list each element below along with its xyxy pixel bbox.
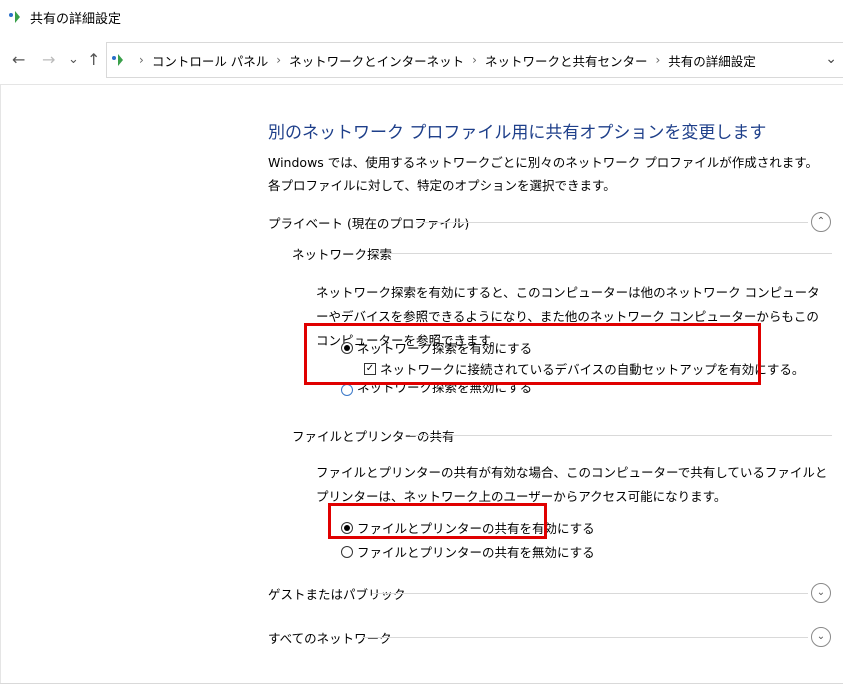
network-icon [9, 11, 20, 23]
address-bar[interactable]: › コントロール パネル › ネットワークとインターネット › ネットワークと共… [106, 42, 843, 78]
highlight-box [328, 503, 547, 539]
left-pane-divider [0, 85, 1, 684]
control-panel-icon [112, 54, 123, 66]
address-dropdown-chevron-icon[interactable]: ⌄ [825, 51, 837, 67]
file-printer-sharing-disable-label[interactable]: ファイルとプリンターの共有を無効にする [357, 542, 595, 561]
breadcrumb-item-control-panel[interactable]: コントロール パネル [152, 51, 268, 70]
network-discovery-section: ネットワーク探索 [292, 241, 832, 265]
back-arrow-icon[interactable]: ← [12, 50, 25, 70]
section-divider [362, 637, 808, 638]
breadcrumb-separator[interactable]: › [655, 53, 660, 67]
page-title: 別のネットワーク プロファイル用に共有オプションを変更します [268, 123, 767, 143]
breadcrumb-separator[interactable]: › [472, 53, 477, 67]
section-divider [372, 253, 832, 254]
expand-chevron-down-icon[interactable]: ⌄ [811, 583, 831, 603]
highlight-box [304, 323, 761, 385]
up-arrow-icon[interactable]: ↑ [87, 50, 100, 70]
all-networks-section[interactable]: すべてのネットワーク ⌄ [268, 625, 833, 649]
breadcrumb-item-advanced-sharing[interactable]: 共有の詳細設定 [668, 51, 756, 70]
breadcrumb-item-network-sharing-center[interactable]: ネットワークと共有センター [485, 51, 648, 70]
file-printer-sharing-section: ファイルとプリンターの共有 [292, 423, 832, 447]
file-printer-sharing-disable-option[interactable]: ファイルとプリンターの共有を無効にする [341, 542, 595, 561]
radio-unselected[interactable] [341, 545, 353, 558]
breadcrumb: › コントロール パネル › ネットワークとインターネット › ネットワークと共… [107, 43, 756, 77]
file-printer-sharing-description: ファイルとプリンターの共有が有効な場合、このコンピューターで共有しているファイル… [316, 465, 828, 504]
recent-locations-chevron-icon[interactable]: ⌄ [68, 50, 79, 70]
breadcrumb-separator[interactable]: › [276, 53, 281, 67]
section-divider [372, 593, 808, 594]
collapse-chevron-up-icon[interactable]: ⌃ [811, 212, 831, 232]
section-divider [410, 435, 832, 436]
guest-public-section[interactable]: ゲストまたはパブリック ⌄ [268, 581, 833, 605]
private-profile-section[interactable]: プライベート (現在のプロファイル) ⌃ [268, 210, 833, 234]
page-description: Windows では、使用するネットワークごとに別々のネットワーク プロファイル… [268, 155, 818, 193]
section-divider [416, 222, 808, 223]
breadcrumb-separator: › [139, 53, 144, 67]
breadcrumb-item-network-internet[interactable]: ネットワークとインターネット [289, 51, 464, 70]
radio-unselected[interactable] [341, 384, 353, 396]
title-bar: 共有の詳細設定 [0, 0, 843, 34]
window-title: 共有の詳細設定 [30, 12, 122, 27]
forward-arrow-icon[interactable]: → [42, 50, 55, 70]
expand-chevron-down-icon[interactable]: ⌄ [811, 627, 831, 647]
